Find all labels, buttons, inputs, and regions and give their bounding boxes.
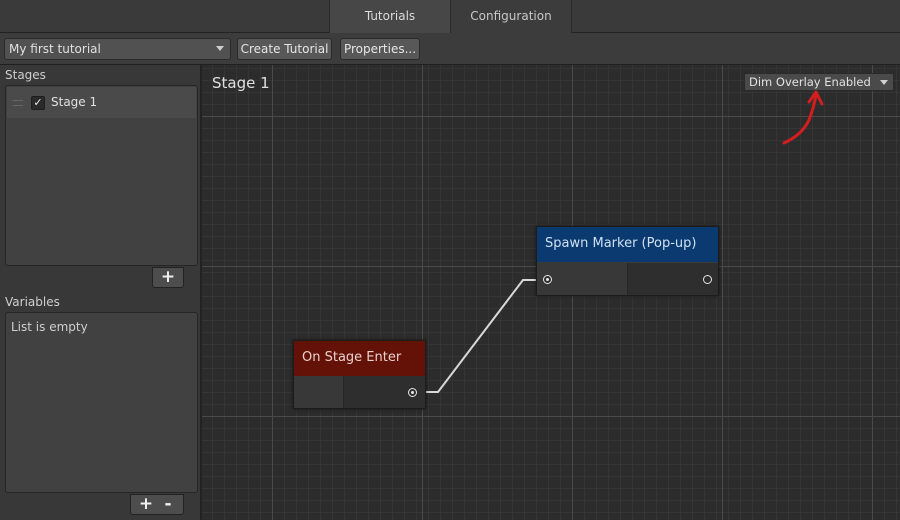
stages-heading: Stages bbox=[5, 68, 46, 82]
node-on-stage-enter[interactable]: On Stage Enter bbox=[293, 340, 426, 409]
node-body bbox=[537, 263, 718, 295]
variables-heading: Variables bbox=[5, 295, 60, 309]
node-input-area bbox=[294, 376, 344, 408]
node-connection bbox=[426, 279, 540, 393]
create-tutorial-button[interactable]: Create Tutorial bbox=[237, 38, 332, 60]
variables-list: List is empty bbox=[5, 312, 198, 493]
input-port[interactable] bbox=[543, 275, 552, 284]
tab-configuration[interactable]: Configuration bbox=[450, 0, 572, 33]
graph-canvas[interactable]: Stage 1 Dim Overlay Enabled On Stage Ent… bbox=[202, 65, 900, 520]
node-title: On Stage Enter bbox=[294, 341, 425, 376]
tutorial-select-value: My first tutorial bbox=[9, 42, 101, 56]
properties-button[interactable]: Properties... bbox=[340, 38, 420, 60]
remove-variable-button[interactable]: - bbox=[157, 495, 179, 513]
node-spawn-marker[interactable]: Spawn Marker (Pop-up) bbox=[536, 226, 719, 296]
top-tab-bar: Tutorials Configuration bbox=[0, 0, 900, 33]
add-variable-button[interactable]: + bbox=[135, 495, 157, 513]
node-body bbox=[294, 376, 425, 408]
node-title: Spawn Marker (Pop-up) bbox=[537, 227, 718, 262]
chevron-down-icon bbox=[216, 46, 224, 51]
stage-list-item[interactable]: ✓ Stage 1 bbox=[7, 87, 196, 118]
drag-handle-icon[interactable] bbox=[13, 100, 23, 106]
tab-tutorials[interactable]: Tutorials bbox=[329, 0, 451, 33]
annotation-arrow bbox=[782, 93, 818, 145]
tutorial-select[interactable]: My first tutorial bbox=[4, 38, 231, 60]
variables-empty-text: List is empty bbox=[11, 320, 88, 334]
output-port[interactable] bbox=[703, 275, 712, 284]
stage-enabled-checkbox[interactable]: ✓ bbox=[31, 96, 45, 110]
output-port[interactable] bbox=[408, 388, 417, 397]
left-panel: Stages ✓ Stage 1 + Variables List is emp… bbox=[0, 65, 202, 520]
variable-buttons: + - bbox=[130, 494, 184, 515]
toolbar: My first tutorial Create Tutorial Proper… bbox=[0, 33, 900, 65]
stage-label: Stage 1 bbox=[51, 95, 98, 109]
stages-list: ✓ Stage 1 bbox=[5, 85, 198, 266]
add-stage-button[interactable]: + bbox=[152, 267, 184, 288]
